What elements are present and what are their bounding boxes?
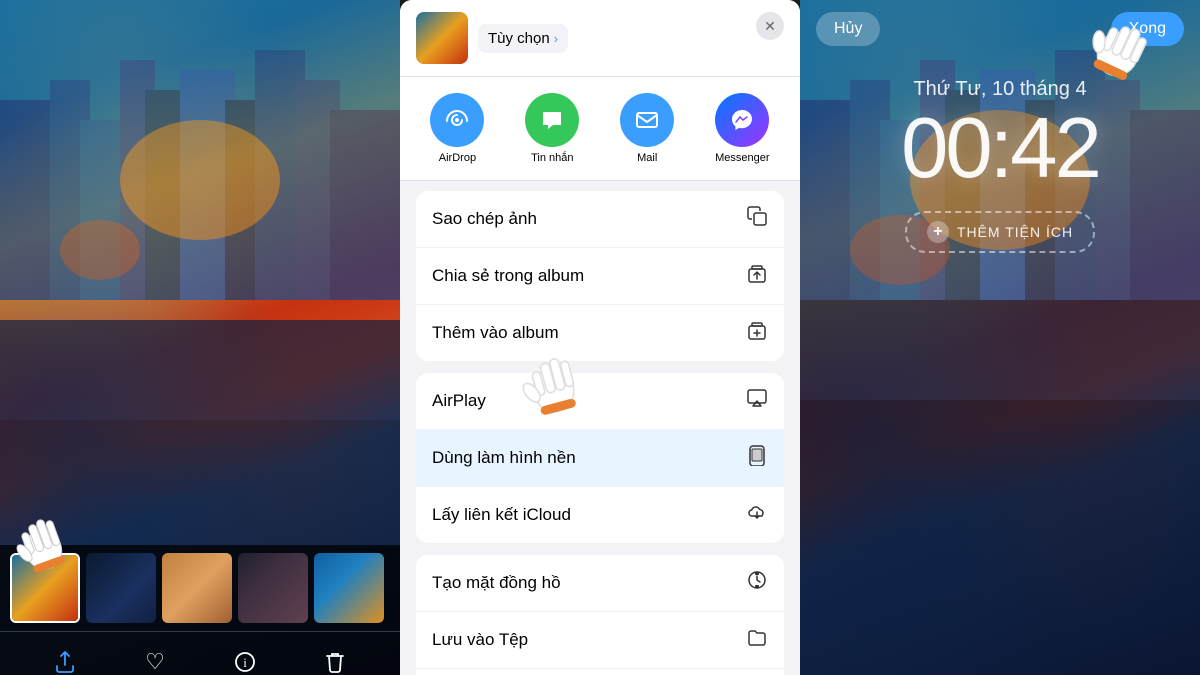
save-files-label: Lưu vào Tệp <box>432 630 528 650</box>
lock-overlay: Hủy Xong Thứ Tư, 10 tháng 4 00:42 + THÊM… <box>800 0 1200 675</box>
options-chevron: › <box>554 31 558 46</box>
share-menu: Sao chép ảnh Chia sẻ trong album <box>400 181 800 675</box>
delete-button[interactable] <box>315 642 355 675</box>
left-panel: ♡ i <box>0 0 400 675</box>
menu-item-icloud[interactable]: Lấy liên kết iCloud <box>416 487 784 543</box>
menu-item-set-contact[interactable]: Đặt cho liên hệ <box>416 669 784 675</box>
done-button[interactable]: Xong <box>1111 12 1184 46</box>
airplay-label: AirPlay <box>432 391 486 411</box>
copy-icon <box>746 205 768 233</box>
watch-face-icon <box>746 569 768 597</box>
menu-item-watch-face[interactable]: Tạo mặt đồng hồ <box>416 555 784 612</box>
lock-top-bar: Hủy Xong <box>800 0 1200 58</box>
thumbnail-row <box>0 545 400 631</box>
airdrop-icon <box>430 93 484 147</box>
menu-item-add-album[interactable]: Thêm vào album <box>416 305 784 361</box>
wallpaper-icon <box>746 444 768 472</box>
favorite-button[interactable]: ♡ <box>135 642 175 675</box>
right-panel: Hủy Xong Thứ Tư, 10 tháng 4 00:42 + THÊM… <box>800 0 1200 675</box>
messages-label: Tin nhắn <box>531 152 573 164</box>
options-button[interactable]: Tùy chọn › <box>478 24 568 53</box>
save-files-icon <box>746 626 768 654</box>
menu-section-2: AirPlay Dùng làm hình nền <box>416 373 784 543</box>
menu-item-wallpaper[interactable]: Dùng làm hình nền <box>416 430 784 487</box>
share-app-airdrop[interactable]: AirDrop <box>430 93 484 164</box>
lock-date: Thứ Tư, 10 tháng 4 <box>913 78 1086 101</box>
thumbnail-2[interactable] <box>86 553 156 623</box>
wallpaper-label: Dùng làm hình nền <box>432 448 576 468</box>
menu-section-3: Tạo mặt đồng hồ Lưu vào Tệp <box>416 555 784 675</box>
menu-item-save-files[interactable]: Lưu vào Tệp <box>416 612 784 669</box>
thumbnail-3[interactable] <box>162 553 232 623</box>
bottom-action-bar: ♡ i <box>0 631 400 675</box>
share-album-label: Chia sẻ trong album <box>432 266 584 286</box>
add-widget-plus-icon: + <box>927 221 949 243</box>
menu-section-1: Sao chép ảnh Chia sẻ trong album <box>416 191 784 361</box>
thumbnail-5[interactable] <box>314 553 384 623</box>
add-widget-button[interactable]: + THÊM TIỆN ÍCH <box>905 211 1095 253</box>
close-share-button[interactable]: ✕ <box>756 12 784 40</box>
options-label: Tùy chọn <box>488 30 550 47</box>
messages-icon <box>525 93 579 147</box>
messenger-label: Messenger <box>715 152 769 164</box>
svg-text:i: i <box>243 655 247 670</box>
share-preview-row: Tùy chọn › ✕ <box>400 0 800 77</box>
left-bottom-bar: ♡ i <box>0 545 400 675</box>
share-app-messenger[interactable]: Messenger <box>715 93 769 164</box>
share-app-mail[interactable]: Mail <box>620 93 674 164</box>
icloud-icon <box>746 501 768 529</box>
mail-icon <box>620 93 674 147</box>
messenger-icon <box>715 93 769 147</box>
menu-item-share-album[interactable]: Chia sẻ trong album <box>416 248 784 305</box>
add-album-icon <box>746 319 768 347</box>
watch-face-label: Tạo mặt đồng hồ <box>432 573 561 593</box>
add-album-label: Thêm vào album <box>432 323 559 343</box>
share-button[interactable] <box>45 642 85 675</box>
cancel-button[interactable]: Hủy <box>816 12 880 46</box>
add-widget-label: THÊM TIỆN ÍCH <box>957 224 1073 240</box>
menu-item-airplay[interactable]: AirPlay <box>416 373 784 430</box>
menu-item-copy[interactable]: Sao chép ảnh <box>416 191 784 248</box>
lock-time: 00:42 <box>901 106 1099 191</box>
mail-label: Mail <box>637 152 657 164</box>
middle-panel: Tùy chọn › ✕ AirDrop <box>400 0 800 675</box>
share-sheet: Tùy chọn › ✕ AirDrop <box>400 0 800 675</box>
info-button[interactable]: i <box>225 642 265 675</box>
thumbnail-4[interactable] <box>238 553 308 623</box>
airplay-icon <box>746 387 768 415</box>
share-app-messages[interactable]: Tin nhắn <box>525 93 579 164</box>
airdrop-label: AirDrop <box>439 152 476 164</box>
icloud-label: Lấy liên kết iCloud <box>432 505 571 525</box>
share-album-icon <box>746 262 768 290</box>
share-preview-thumbnail <box>416 12 468 64</box>
copy-label: Sao chép ảnh <box>432 209 537 229</box>
thumbnail-1[interactable] <box>10 553 80 623</box>
share-apps-row: AirDrop Tin nhắn Mail <box>400 77 800 181</box>
